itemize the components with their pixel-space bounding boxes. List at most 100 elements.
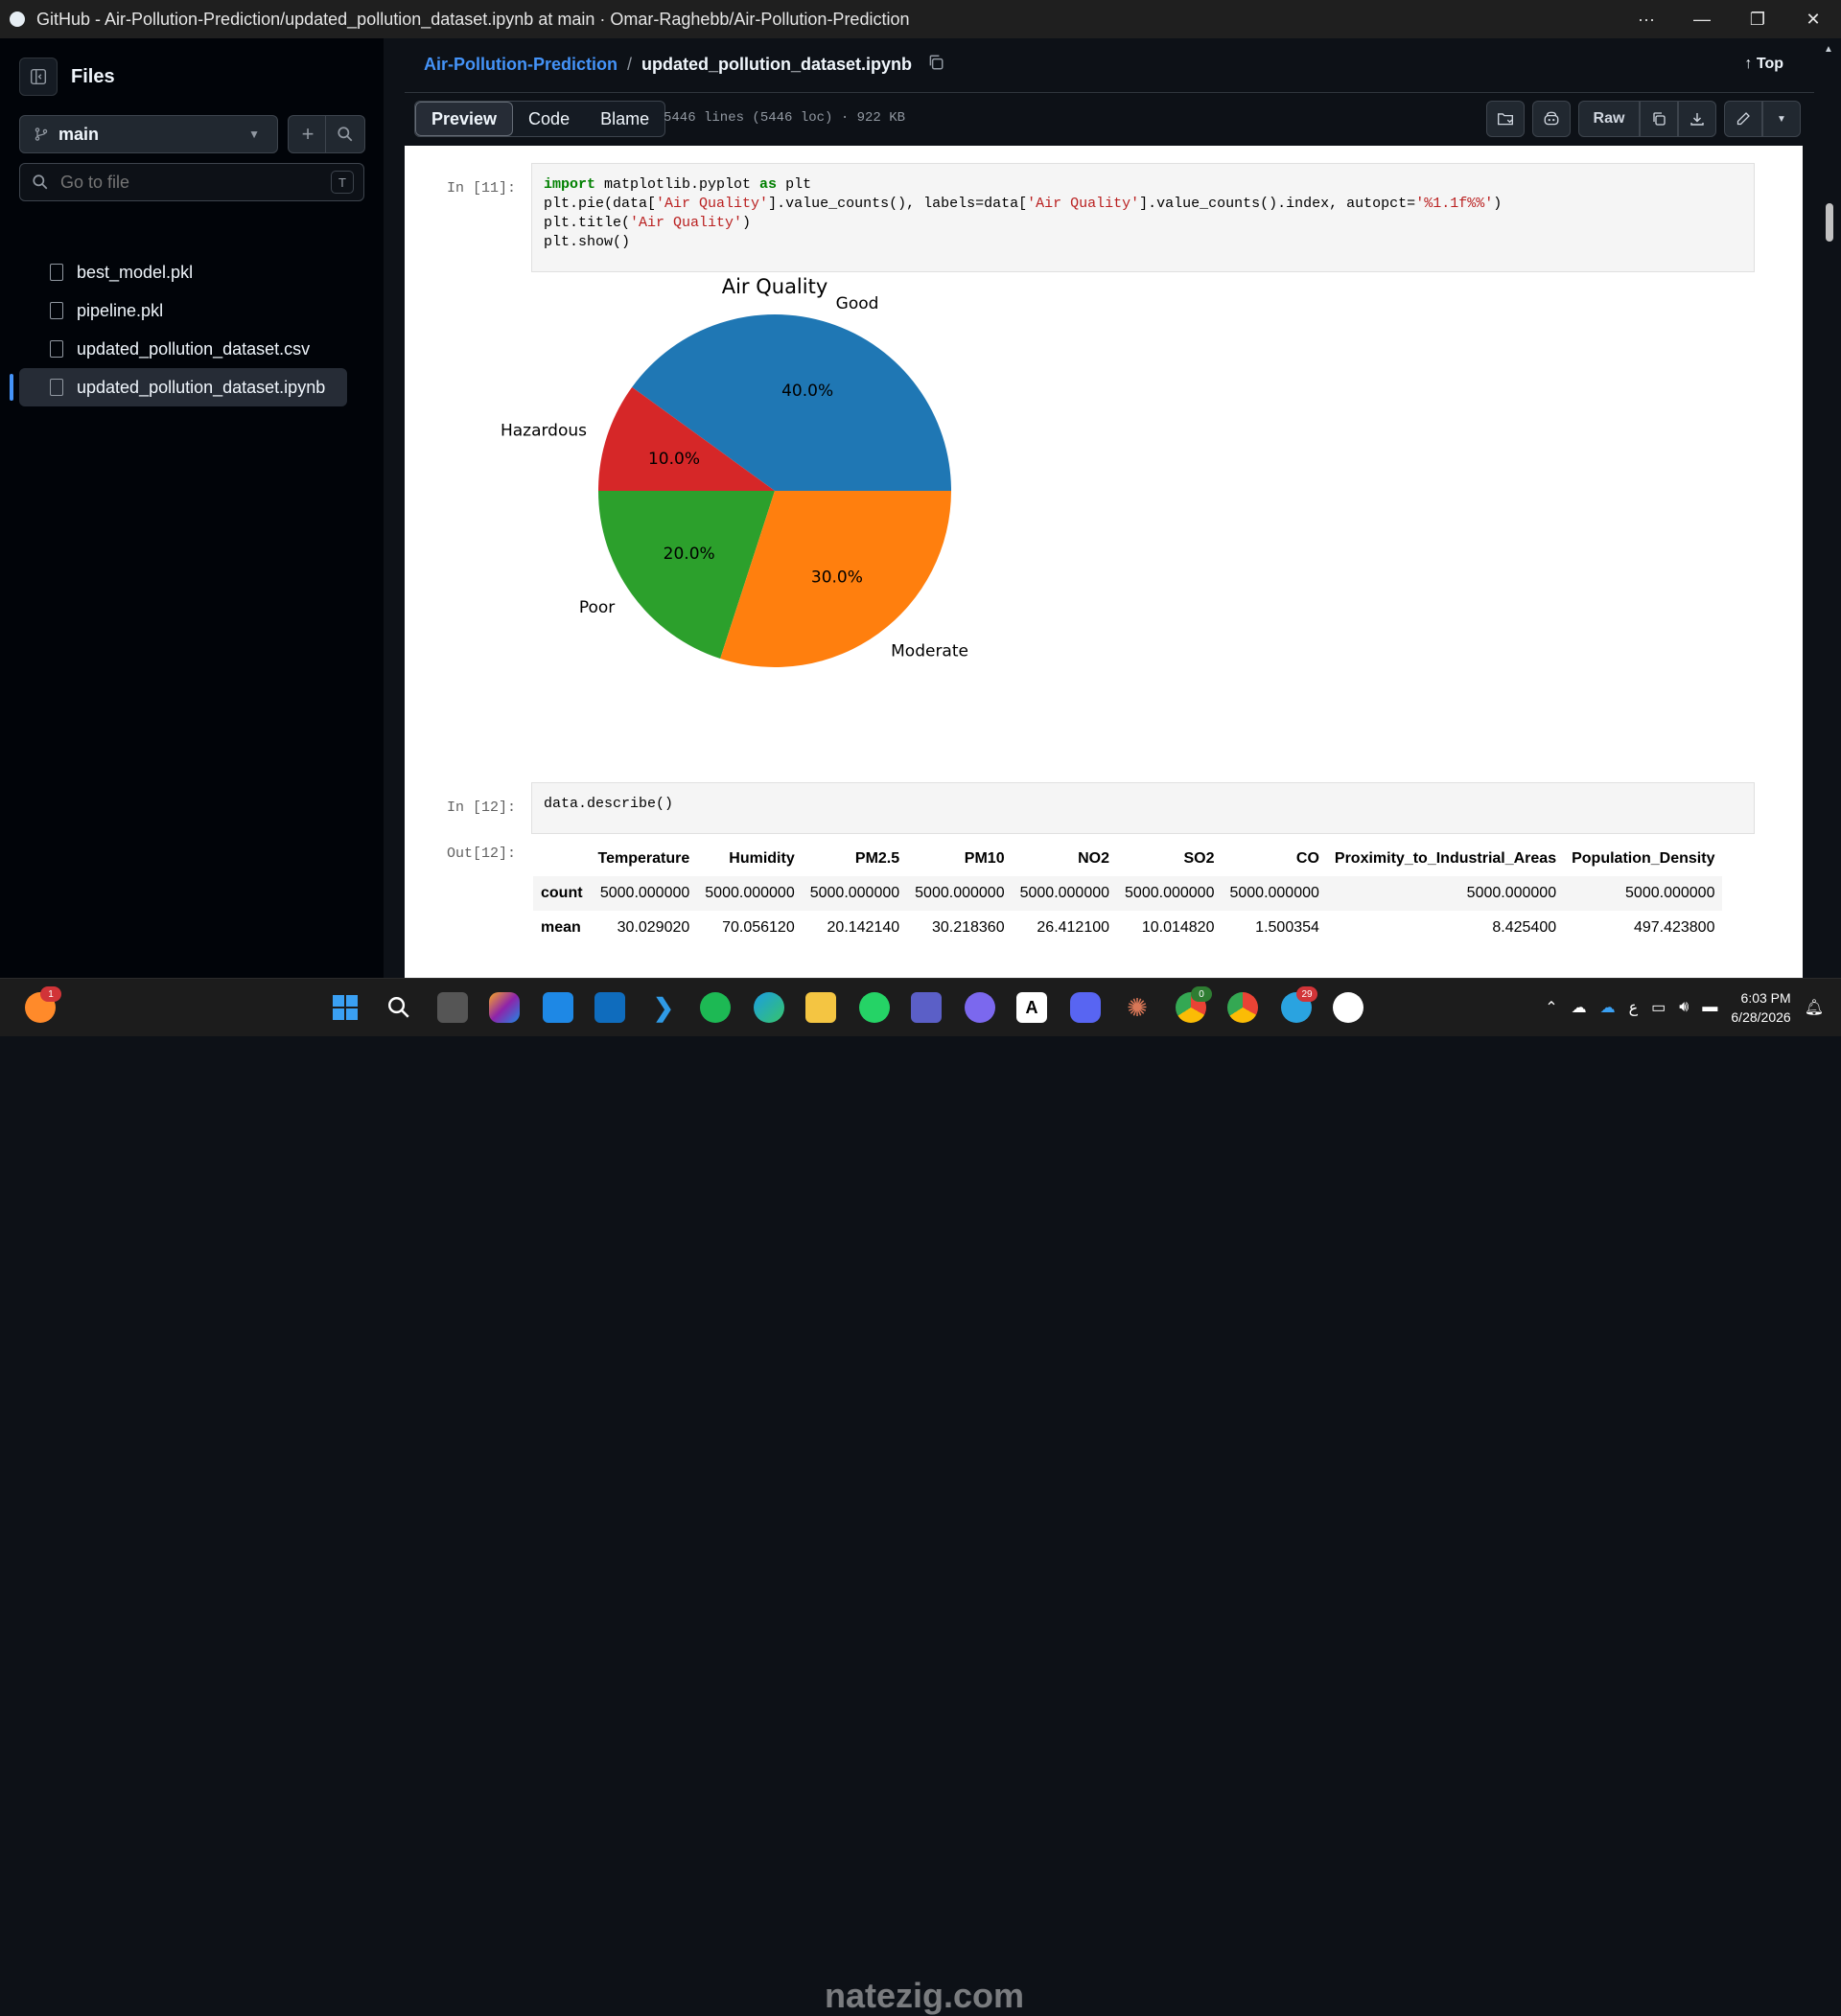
battery-icon[interactable]: ▬ <box>1702 999 1717 1016</box>
notifications-icon[interactable]: 🔔︎ <box>1805 998 1824 1017</box>
pie-percent-label: 40.0% <box>781 382 833 401</box>
open-in-codespace-button[interactable] <box>1486 101 1525 137</box>
pie-percent-label: 20.0% <box>664 545 715 564</box>
copy-icon <box>1653 112 1666 126</box>
maximize-button[interactable]: ❐ <box>1730 0 1785 38</box>
search-icon <box>338 127 353 142</box>
cloud-sync-icon[interactable]: ☁ <box>1600 998 1616 1017</box>
breadcrumb-repo-link[interactable]: Air-Pollution-Prediction <box>424 55 618 75</box>
code-text: data.describe() <box>544 796 674 812</box>
edit-file-button[interactable] <box>1724 101 1762 137</box>
spotify-icon[interactable] <box>700 992 731 1023</box>
column-header <box>533 842 591 876</box>
chrome-profile-icon[interactable] <box>1227 992 1258 1023</box>
file-item-dataset-csv[interactable]: updated_pollution_dataset.csv <box>19 330 347 368</box>
pie-chart: Air Quality 40.0% Good 10.0% Hazardous 20.0%… <box>501 275 968 667</box>
edit-options-dropdown[interactable]: ▼ <box>1762 101 1801 137</box>
microsoft-store-icon[interactable] <box>543 992 573 1023</box>
download-button[interactable] <box>1678 101 1716 137</box>
tab-code[interactable]: Code <box>513 102 585 136</box>
task-view-icon[interactable] <box>437 992 468 1023</box>
copy-path-button[interactable] <box>927 54 944 76</box>
code-text: plt <box>777 176 812 193</box>
more-options-button[interactable]: ··· <box>1619 0 1674 38</box>
scroll-up-arrow-icon[interactable]: ▲ <box>1824 44 1833 55</box>
file-item-best-model[interactable]: best_model.pkl <box>19 253 347 291</box>
tab-blame[interactable]: Blame <box>585 102 664 136</box>
copilot-icon <box>1544 111 1559 126</box>
close-button[interactable]: ✕ <box>1785 0 1841 38</box>
code-text: ].value_counts(), labels=data[ <box>768 196 1028 212</box>
code-text: ].value_counts().index, autopct= <box>1139 196 1416 212</box>
table-cell: 5000.000000 <box>1466 885 1557 901</box>
copilot-icon[interactable] <box>489 992 520 1023</box>
language-indicator-icon[interactable]: ع <box>1629 998 1639 1017</box>
go-to-file-input[interactable] <box>58 171 312 194</box>
vscode-icon[interactable]: ❯ <box>648 992 679 1023</box>
table-cell: 5000.000000 <box>1229 885 1319 901</box>
scrollbar-thumb[interactable] <box>1826 203 1833 242</box>
firefox-icon[interactable]: 1 <box>25 986 61 1023</box>
chevron-up-icon[interactable]: ⌃ <box>1545 998 1557 1017</box>
file-directory-icon <box>1498 113 1513 126</box>
file-actions: Raw ▼ <box>1479 101 1801 137</box>
teams-icon[interactable] <box>911 992 942 1023</box>
telegram-icon[interactable]: 29 <box>1281 986 1317 1023</box>
column-header: NO2 <box>1078 850 1110 867</box>
table-cell: 8.425400 <box>1492 919 1557 936</box>
copy-raw-button[interactable] <box>1640 101 1678 137</box>
window-title: GitHub - Air-Pollution-Prediction/update… <box>36 9 910 29</box>
volume-icon[interactable]: 🔊︎ <box>1679 999 1689 1016</box>
collapse-sidebar-button[interactable] <box>19 58 58 96</box>
github-desktop-icon[interactable] <box>1333 992 1363 1023</box>
font-app-icon[interactable]: A <box>1016 992 1047 1023</box>
search-icon[interactable] <box>384 992 414 1023</box>
page-scrollbar[interactable]: ▲ <box>1818 38 1841 978</box>
raw-button[interactable]: Raw <box>1578 101 1640 137</box>
outlook-icon[interactable] <box>594 992 625 1023</box>
file-name: pipeline.pkl <box>77 300 164 320</box>
code-text: plt.show() <box>544 234 631 250</box>
tab-preview[interactable]: Preview <box>415 102 514 136</box>
file-icon <box>50 302 63 319</box>
table-cell: 5000.000000 <box>1625 885 1715 901</box>
breadcrumb: Air-Pollution-Prediction / updated_pollu… <box>424 54 944 76</box>
file-icon <box>50 264 63 281</box>
whatsapp-icon[interactable] <box>859 992 890 1023</box>
file-item-pipeline[interactable]: pipeline.pkl <box>19 291 347 330</box>
minimize-button[interactable]: — <box>1674 0 1730 38</box>
network-icon[interactable]: ▭ <box>1651 998 1666 1017</box>
row-label: count <box>541 885 583 901</box>
branch-selector[interactable]: main ▼ <box>19 115 278 153</box>
notebook-preview: In [11]: import matplotlib.pyplot as plt… <box>405 146 1803 978</box>
cell-input-prompt: In [12]: <box>447 799 517 816</box>
file-explorer-icon[interactable] <box>805 992 836 1023</box>
sidebar-header: Files <box>19 58 115 96</box>
back-to-top-button[interactable]: ↑ Top <box>1744 56 1783 73</box>
messenger-icon[interactable] <box>965 992 995 1023</box>
code-string: 'Air Quality' <box>656 196 769 212</box>
file-item-dataset-ipynb[interactable]: updated_pollution_dataset.ipynb <box>10 368 347 406</box>
pie-category-label: Poor <box>579 598 615 617</box>
search-files-button[interactable] <box>325 115 365 153</box>
onedrive-icon[interactable]: ☁ <box>1572 998 1587 1017</box>
claude-icon[interactable]: ✺ <box>1122 992 1153 1023</box>
chrome-icon[interactable]: 0 <box>1176 986 1212 1023</box>
edge-icon[interactable] <box>754 992 784 1023</box>
table-cell: 20.142140 <box>827 919 900 936</box>
github-logo-icon <box>10 12 25 27</box>
table-cell: 30.029020 <box>617 919 690 936</box>
notification-badge: 29 <box>1296 986 1317 1002</box>
discord-icon[interactable] <box>1070 992 1101 1023</box>
table-cell: 5000.000000 <box>915 885 1005 901</box>
download-icon <box>1690 113 1704 126</box>
table-row: count 5000.000000 5000.000000 5000.00000… <box>533 876 1723 911</box>
add-file-button[interactable]: + <box>288 115 328 153</box>
code-cell-11: import matplotlib.pyplot as plt plt.pie(… <box>531 163 1755 272</box>
copilot-button[interactable] <box>1532 101 1571 137</box>
raw-copy-download-group: Raw <box>1578 101 1716 137</box>
column-header: CO <box>1295 850 1319 867</box>
clock[interactable]: 6:03 PM 6/28/2026 <box>1731 988 1790 1027</box>
top-label: Top <box>1756 56 1783 72</box>
windows-start-icon[interactable] <box>330 992 361 1023</box>
